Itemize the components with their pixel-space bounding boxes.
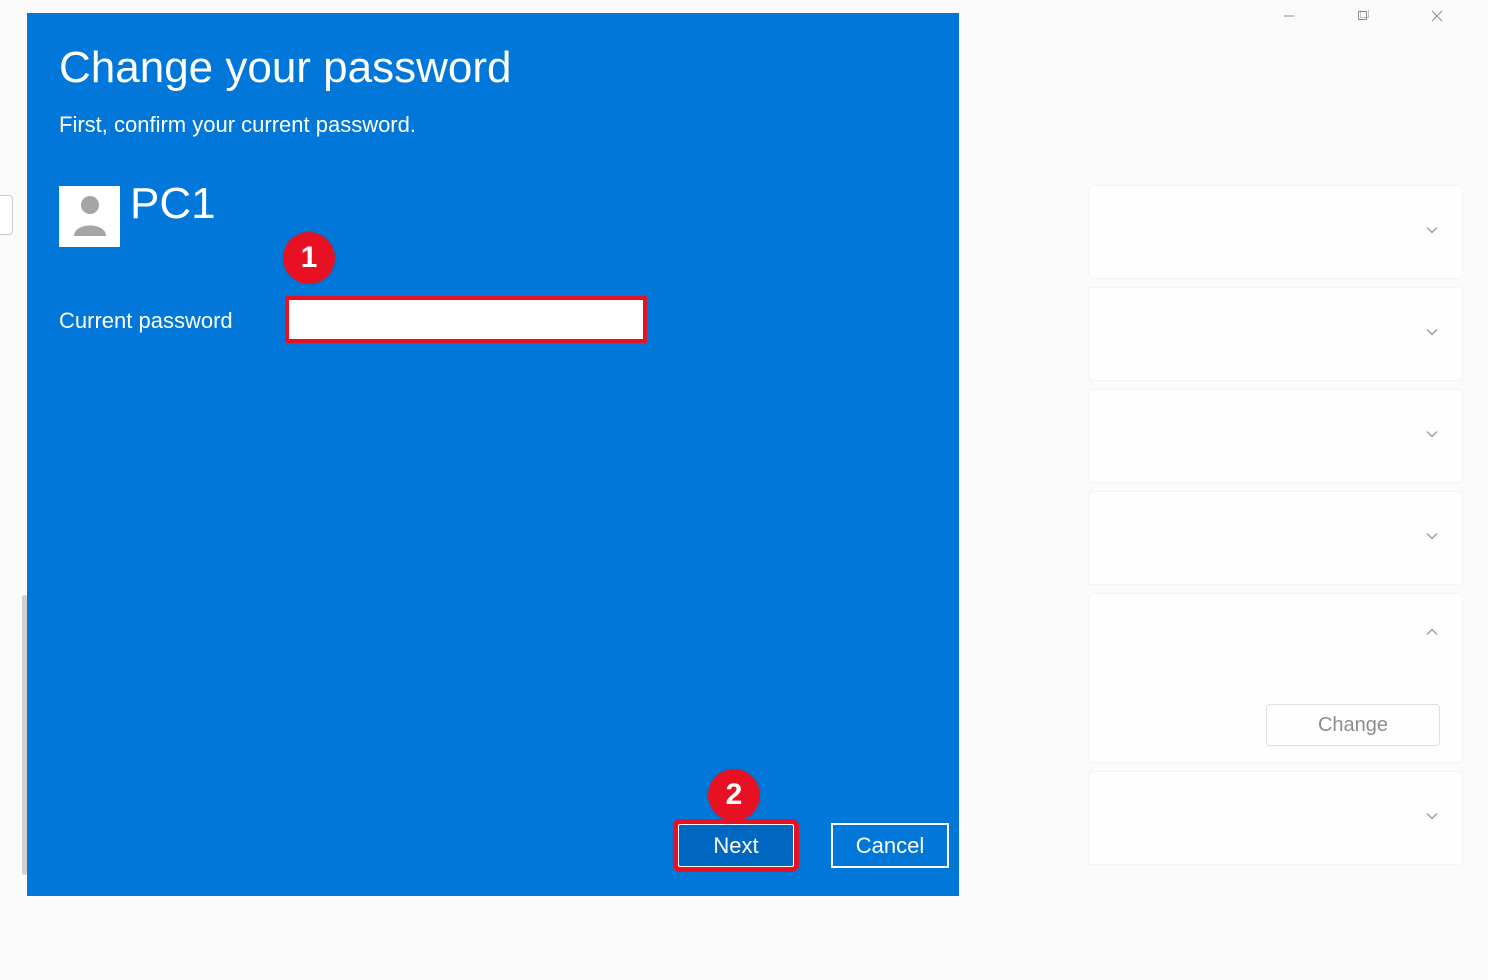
- annotation-badge-1-text: 1: [301, 241, 318, 275]
- avatar: [59, 186, 120, 247]
- cancel-button-label: Cancel: [856, 833, 924, 859]
- cancel-button[interactable]: Cancel: [831, 823, 949, 868]
- dialog-subtitle: First, confirm your current password.: [59, 112, 416, 138]
- current-password-label: Current password: [59, 308, 233, 334]
- change-password-dialog: Change your password First, confirm your…: [27, 13, 959, 896]
- annotation-badge-1: 1: [283, 232, 335, 284]
- user-icon: [70, 192, 110, 241]
- dialog-title: Change your password: [59, 43, 511, 93]
- annotation-badge-2: 2: [708, 769, 760, 821]
- next-button-label: Next: [713, 833, 758, 859]
- current-password-field-wrap: [285, 296, 647, 343]
- account-username: PC1: [130, 179, 216, 229]
- annotation-badge-2-text: 2: [726, 778, 743, 812]
- next-button[interactable]: Next: [677, 823, 795, 868]
- current-password-input[interactable]: [285, 296, 647, 343]
- dialog-button-row: Next Cancel: [677, 823, 949, 868]
